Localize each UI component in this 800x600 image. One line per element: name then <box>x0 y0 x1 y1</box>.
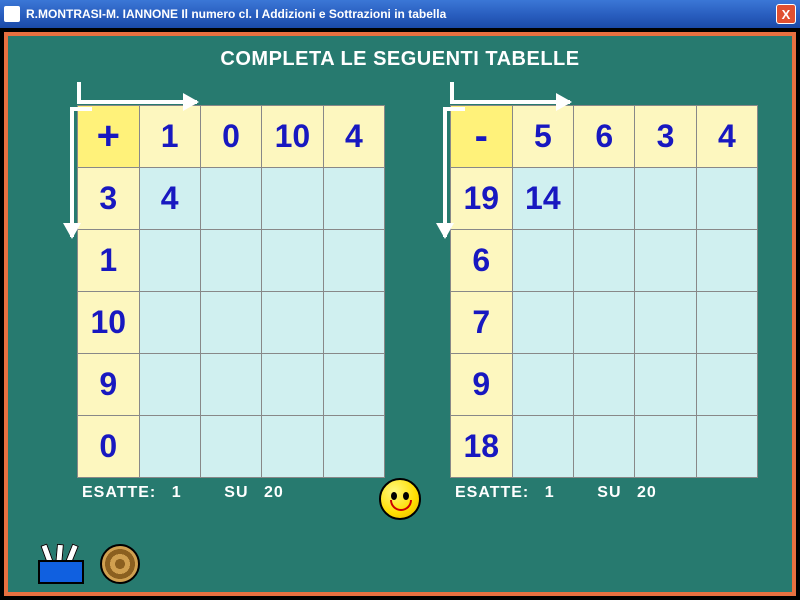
row-header: 6 <box>451 230 513 292</box>
operator-cell: + <box>78 106 140 168</box>
col-header: 1 <box>139 106 200 168</box>
answer-cell[interactable] <box>512 416 574 478</box>
col-header: 3 <box>635 106 696 168</box>
answer-cell[interactable] <box>200 292 261 354</box>
window-title: R.MONTRASI-M. IANNONE Il numero cl. I Ad… <box>26 7 776 21</box>
answer-cell[interactable] <box>512 354 574 416</box>
subtraction-table-wrap: - 5 6 3 4 19 14 <box>415 77 758 478</box>
value-total: 20 <box>264 484 284 501</box>
answer-cell[interactable] <box>696 354 757 416</box>
addition-table-wrap: + 1 0 10 4 3 4 <box>42 77 385 478</box>
addition-table: + 1 0 10 4 3 4 <box>77 105 385 478</box>
app-frame: COMPLETA LE SEGUENTI TABELLE + 1 0 10 4 <box>0 28 800 600</box>
label-correct: ESATTE: <box>82 484 156 501</box>
arrow-right-icon <box>77 82 197 104</box>
col-header: 4 <box>323 106 384 168</box>
row-header: 1 <box>78 230 140 292</box>
row-header: 19 <box>451 168 513 230</box>
app-icon <box>4 6 20 22</box>
row-header: 3 <box>78 168 140 230</box>
answer-cell[interactable] <box>139 416 200 478</box>
answer-cell[interactable] <box>574 354 635 416</box>
col-header: 6 <box>574 106 635 168</box>
label-of: SU <box>597 484 621 501</box>
subtraction-table: - 5 6 3 4 19 14 <box>450 105 758 478</box>
arrow-down-icon <box>52 107 74 237</box>
row-header: 9 <box>78 354 140 416</box>
row-header: 18 <box>451 416 513 478</box>
answer-cell[interactable] <box>200 354 261 416</box>
answer-cell[interactable] <box>200 230 261 292</box>
operator-cell: - <box>451 106 513 168</box>
answer-cell[interactable] <box>139 354 200 416</box>
target-icon[interactable] <box>100 544 140 584</box>
titlebar: R.MONTRASI-M. IANNONE Il numero cl. I Ad… <box>0 0 800 28</box>
chalk-cup-icon[interactable] <box>38 542 84 584</box>
answer-cell[interactable] <box>262 230 324 292</box>
arrow-down-icon <box>425 107 447 237</box>
main-area: COMPLETA LE SEGUENTI TABELLE + 1 0 10 4 <box>12 40 788 588</box>
arrow-right-icon <box>450 82 570 104</box>
answer-cell[interactable] <box>323 416 384 478</box>
value-correct: 1 <box>172 484 182 501</box>
row-header: 9 <box>451 354 513 416</box>
smiley-icon <box>379 478 421 520</box>
col-header: 4 <box>696 106 757 168</box>
answer-cell[interactable] <box>635 354 696 416</box>
answer-cell[interactable] <box>200 416 261 478</box>
answer-cell[interactable] <box>696 168 757 230</box>
answer-cell[interactable]: 14 <box>512 168 574 230</box>
row-header: 7 <box>451 292 513 354</box>
answer-cell[interactable] <box>262 168 324 230</box>
answer-cell[interactable] <box>635 292 696 354</box>
answer-cell[interactable] <box>574 230 635 292</box>
answer-cell[interactable] <box>512 230 574 292</box>
label-of: SU <box>224 484 248 501</box>
answer-cell[interactable] <box>323 168 384 230</box>
status-subtraction: ESATTE: 1 SU 20 <box>415 484 758 502</box>
answer-cell[interactable] <box>696 230 757 292</box>
answer-cell[interactable] <box>696 292 757 354</box>
row-header: 0 <box>78 416 140 478</box>
answer-cell[interactable] <box>200 168 261 230</box>
answer-cell[interactable] <box>323 292 384 354</box>
value-correct: 1 <box>545 484 555 501</box>
answer-cell[interactable]: 4 <box>139 168 200 230</box>
col-header: 10 <box>262 106 324 168</box>
answer-cell[interactable] <box>574 168 635 230</box>
answer-cell[interactable] <box>262 292 324 354</box>
answer-cell[interactable] <box>512 292 574 354</box>
answer-cell[interactable] <box>139 230 200 292</box>
col-header: 5 <box>512 106 574 168</box>
answer-cell[interactable] <box>635 416 696 478</box>
value-total: 20 <box>637 484 657 501</box>
answer-cell[interactable] <box>574 416 635 478</box>
answer-cell[interactable] <box>323 230 384 292</box>
row-header: 10 <box>78 292 140 354</box>
answer-cell[interactable] <box>635 168 696 230</box>
answer-cell[interactable] <box>696 416 757 478</box>
answer-cell[interactable] <box>323 354 384 416</box>
label-correct: ESATTE: <box>455 484 529 501</box>
answer-cell[interactable] <box>262 354 324 416</box>
answer-cell[interactable] <box>139 292 200 354</box>
page-title: COMPLETA LE SEGUENTI TABELLE <box>42 48 758 71</box>
answer-cell[interactable] <box>262 416 324 478</box>
answer-cell[interactable] <box>635 230 696 292</box>
answer-cell[interactable] <box>574 292 635 354</box>
close-button[interactable]: X <box>776 4 796 24</box>
col-header: 0 <box>200 106 261 168</box>
status-addition: ESATTE: 1 SU 20 <box>42 484 385 502</box>
